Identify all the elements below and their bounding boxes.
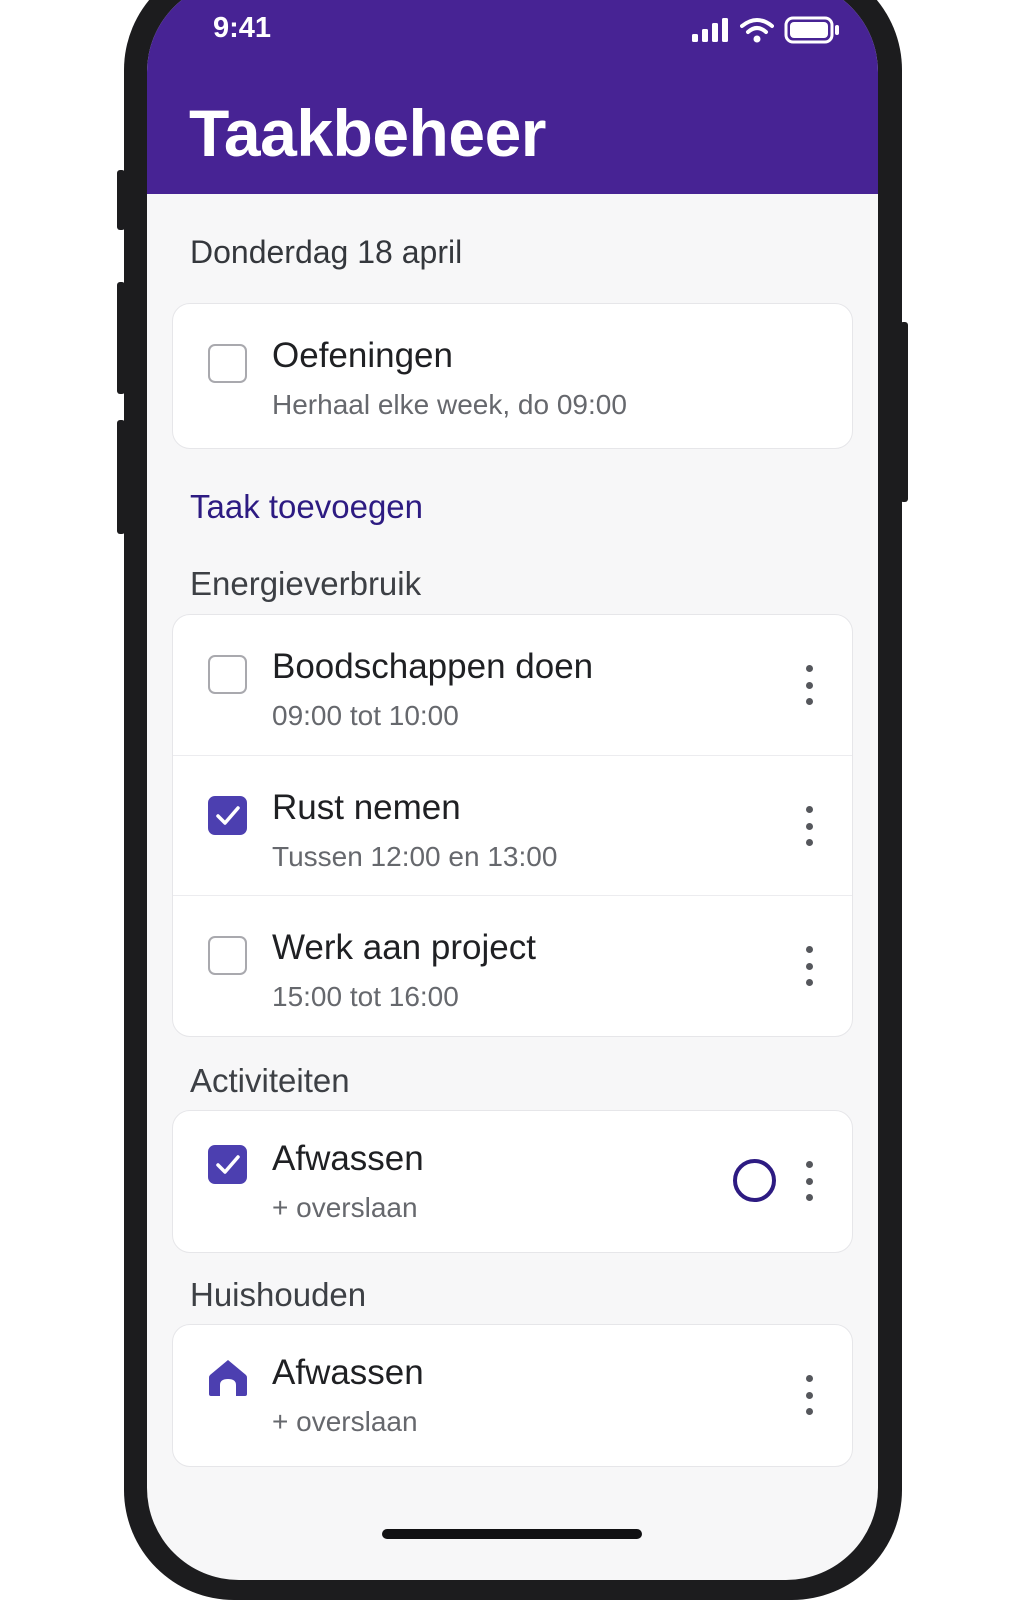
add-task-link[interactable]: Taak toevoegen xyxy=(190,488,423,526)
signal-icon xyxy=(692,18,728,42)
activities-card: Afwassen + overslaan xyxy=(172,1110,853,1253)
mute-switch xyxy=(117,170,125,230)
checkmark-icon xyxy=(216,1155,240,1174)
task-row[interactable]: Afwassen + overslaan xyxy=(173,1325,852,1466)
section-heading-energieverbruik: Energieverbruik xyxy=(190,565,422,602)
task-subtitle: 15:00 tot 16:00 xyxy=(272,981,459,1012)
task-row[interactable]: Werk aan project 15:00 tot 16:00 xyxy=(173,895,852,1035)
task-row[interactable]: Afwassen + overslaan xyxy=(173,1111,852,1252)
home-icon xyxy=(209,1360,247,1396)
task-title: Rust nemen xyxy=(272,788,461,827)
task-title: Boodschappen doen xyxy=(272,647,594,686)
battery-icon xyxy=(784,16,839,44)
section-heading-huishouden: Huishouden xyxy=(190,1276,367,1313)
energy-tasks-card: Boodschappen doen 09:00 tot 10:00 Rust n… xyxy=(172,614,853,1037)
task-subtitle: + overslaan xyxy=(272,1192,418,1223)
task-title: Oefeningen xyxy=(272,336,453,375)
task-title: Afwassen xyxy=(272,1139,424,1178)
circle-icon[interactable] xyxy=(733,1159,776,1202)
status-icons xyxy=(692,16,840,44)
task-row[interactable]: Oefeningen Herhaal elke week, do 09:00 xyxy=(173,304,852,448)
task-row[interactable]: Rust nemen Tussen 12:00 en 13:00 xyxy=(173,755,852,895)
task-checkbox[interactable] xyxy=(208,655,247,694)
volume-down-button xyxy=(117,420,125,534)
task-title: Afwassen xyxy=(272,1353,424,1392)
more-options-icon[interactable] xyxy=(799,1161,819,1201)
featured-task-card: Oefeningen Herhaal elke week, do 09:00 xyxy=(172,303,853,449)
home-indicator[interactable] xyxy=(382,1529,642,1539)
status-time: 9:41 xyxy=(213,12,272,44)
household-card: Afwassen + overslaan xyxy=(172,1324,853,1467)
task-checkbox[interactable] xyxy=(208,344,247,383)
task-title: Werk aan project xyxy=(272,928,536,967)
wifi-icon xyxy=(740,18,774,43)
app-title: Taakbeheer xyxy=(189,96,546,170)
task-checkbox[interactable] xyxy=(208,936,247,975)
task-checkbox-checked[interactable] xyxy=(208,796,247,835)
more-options-icon[interactable] xyxy=(799,946,819,986)
task-subtitle: + overslaan xyxy=(272,1406,418,1437)
more-options-icon[interactable] xyxy=(799,665,819,705)
task-subtitle: 09:00 tot 10:00 xyxy=(272,700,459,731)
date-heading: Donderdag 18 april xyxy=(190,234,463,270)
section-heading-activiteiten: Activiteiten xyxy=(190,1062,350,1099)
task-row[interactable]: Boodschappen doen 09:00 tot 10:00 xyxy=(173,615,852,755)
more-options-icon[interactable] xyxy=(799,806,819,846)
task-subtitle: Tussen 12:00 en 13:00 xyxy=(272,841,558,872)
app-screen: 9:41 Taakbeheer Donderdag 18 april Oefen… xyxy=(147,0,878,1580)
app-header: 9:41 Taakbeheer xyxy=(147,0,878,194)
power-button xyxy=(900,322,908,502)
checkmark-icon xyxy=(216,806,240,825)
task-checkbox-checked[interactable] xyxy=(208,1145,247,1184)
volume-up-button xyxy=(117,282,125,394)
more-options-icon[interactable] xyxy=(799,1375,819,1415)
task-subtitle: Herhaal elke week, do 09:00 xyxy=(272,389,627,420)
